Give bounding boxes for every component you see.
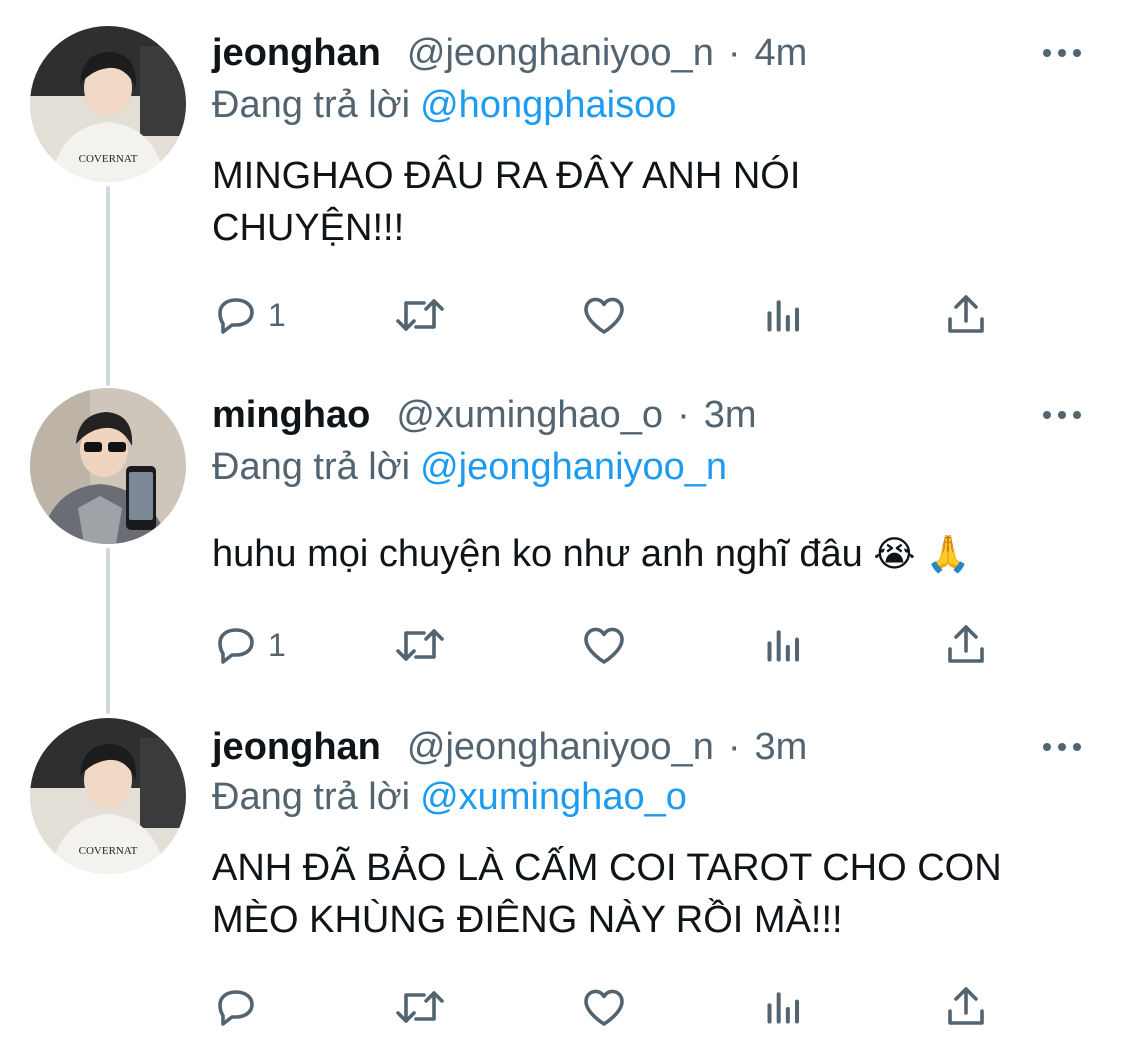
- more-icon[interactable]: [1043, 408, 1081, 422]
- like-button[interactable]: [580, 620, 628, 670]
- share-icon: [948, 295, 984, 333]
- tweet-text: huhu mọi chuyện ko như anh nghĩ đâu 😭 🙏: [212, 528, 1052, 580]
- reply-mention-link[interactable]: @jeonghaniyoo_n: [420, 446, 727, 488]
- like-icon: [584, 297, 624, 334]
- avatar[interactable]: COVERNAT: [30, 26, 186, 182]
- avatar[interactable]: COVERNAT: [30, 718, 186, 874]
- reply-button[interactable]: [212, 982, 268, 1032]
- retweet-icon: [396, 629, 444, 661]
- retweet-icon: [396, 991, 444, 1023]
- tweet-text-body: huhu mọi chuyện ko như anh nghĩ đâu: [212, 533, 863, 575]
- reply-icon: [218, 990, 254, 1026]
- replying-prefix: Đang trả lời: [212, 776, 411, 818]
- views-icon: [767, 300, 800, 332]
- reply-button[interactable]: 1: [212, 290, 286, 340]
- replying-prefix: Đang trả lời: [212, 84, 411, 126]
- timestamp[interactable]: 4m: [754, 32, 807, 75]
- action-bar: [212, 982, 1012, 1032]
- more-icon[interactable]: [1043, 740, 1081, 754]
- timestamp[interactable]: 3m: [754, 726, 807, 769]
- user-handle[interactable]: @xuminghao_o: [396, 394, 663, 437]
- action-bar: 1: [212, 620, 1012, 670]
- like-button[interactable]: [580, 290, 628, 340]
- views-icon: [767, 992, 800, 1024]
- views-button[interactable]: [762, 982, 806, 1032]
- reply-count: 1: [268, 296, 286, 333]
- separator-dot: ·: [677, 393, 690, 436]
- retweet-button[interactable]: [392, 290, 448, 340]
- share-icon: [948, 987, 984, 1025]
- display-name[interactable]: minghao: [212, 394, 370, 437]
- views-button[interactable]: [762, 620, 806, 670]
- retweet-icon: [396, 299, 444, 331]
- like-icon: [584, 627, 624, 664]
- like-button[interactable]: [580, 982, 628, 1032]
- tweet[interactable]: minghao @xuminghao_o · 3m Đang trả lời @j…: [0, 370, 1125, 710]
- retweet-button[interactable]: [392, 982, 448, 1032]
- replying-to: Đang trả lời @xuminghao_o: [212, 776, 687, 819]
- user-handle[interactable]: @jeonghaniyoo_n: [407, 726, 714, 769]
- replying-to: Đang trả lời @jeonghaniyoo_n: [212, 446, 727, 489]
- reply-icon: [218, 298, 254, 334]
- avatar-shirt-text: COVERNAT: [79, 845, 138, 857]
- avatar-shirt-text: COVERNAT: [79, 153, 138, 165]
- views-button[interactable]: [762, 290, 806, 340]
- avatar[interactable]: [30, 388, 186, 544]
- user-handle[interactable]: @jeonghaniyoo_n: [407, 32, 714, 75]
- separator-dot: ·: [727, 725, 741, 768]
- tweet-text: ANH ĐÃ BẢO LÀ CẤM COI TAROT CHO CON MÈO …: [212, 847, 1002, 941]
- reply-icon: [218, 628, 254, 664]
- share-icon: [948, 625, 984, 663]
- tweet-header: minghao @xuminghao_o · 3m: [212, 390, 1085, 440]
- display-name[interactable]: jeonghan: [212, 726, 381, 769]
- reply-mention-link[interactable]: @hongphaisoo: [420, 84, 676, 126]
- tweet[interactable]: COVERNAT jeonghan @jeonghaniyoo_n · 4m Đ…: [0, 0, 1125, 370]
- display-name[interactable]: jeonghan: [212, 32, 381, 75]
- replying-to: Đang trả lời @hongphaisoo: [212, 84, 676, 127]
- retweet-button[interactable]: [392, 620, 448, 670]
- timestamp[interactable]: 3m: [704, 394, 757, 437]
- replying-prefix: Đang trả lời: [212, 446, 411, 488]
- reply-mention-link[interactable]: @xuminghao_o: [420, 776, 687, 818]
- action-bar: 1: [212, 290, 1012, 340]
- reply-button[interactable]: 1: [212, 620, 286, 670]
- more-icon[interactable]: [1043, 46, 1081, 60]
- share-button[interactable]: [942, 290, 990, 340]
- reply-count: 1: [268, 626, 286, 663]
- tweet-header: jeonghan @jeonghaniyoo_n · 4m: [212, 28, 1085, 78]
- share-button[interactable]: [942, 620, 990, 670]
- tweet[interactable]: COVERNAT jeonghan @jeonghaniyoo_n · 3m Đ…: [0, 710, 1125, 1041]
- separator-dot: ·: [727, 31, 741, 74]
- tweet-text: MINGHAO ĐÂU RA ĐÂY ANH NÓI CHUYỆN!!!: [212, 155, 801, 249]
- views-icon: [767, 630, 800, 662]
- like-icon: [584, 989, 624, 1026]
- tweet-header: jeonghan @jeonghaniyoo_n · 3m: [212, 722, 1085, 772]
- share-button[interactable]: [942, 982, 990, 1032]
- tweet-emojis: 😭 🙏: [873, 533, 971, 574]
